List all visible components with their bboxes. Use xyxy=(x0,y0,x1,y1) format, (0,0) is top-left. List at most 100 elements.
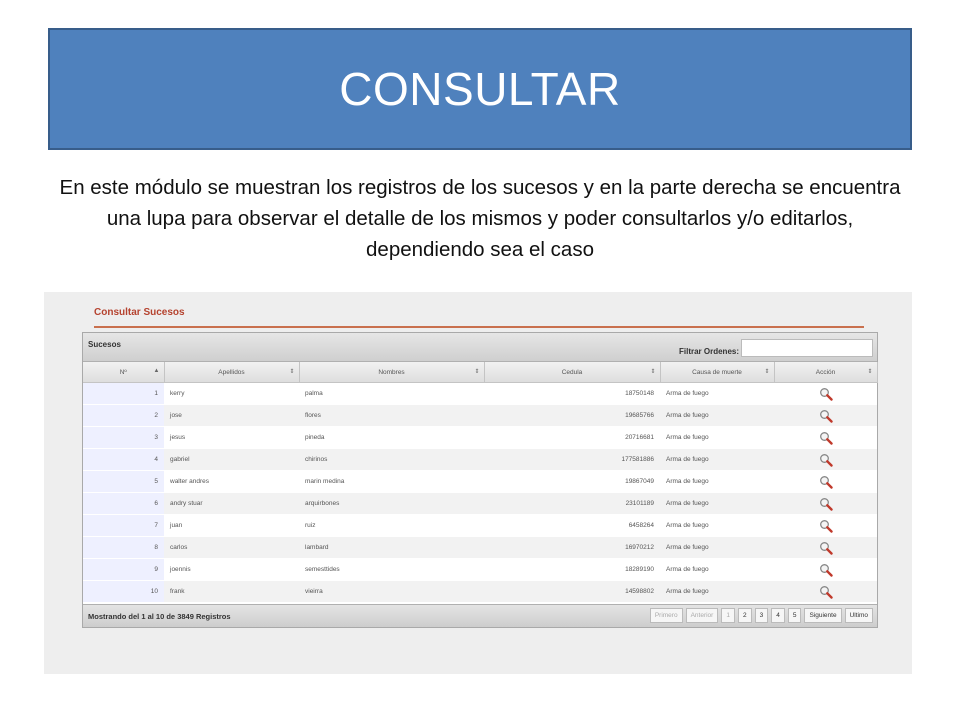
row-nombres: chirinos xyxy=(299,448,484,471)
row-number: 10 xyxy=(83,580,164,603)
pagination: Primero Anterior 1 2 3 4 5 Siguiente Ult… xyxy=(649,608,873,623)
filter-label: Filtrar Ordenes: xyxy=(678,347,739,356)
row-number: 9 xyxy=(83,558,164,581)
row-action xyxy=(774,382,877,405)
panel-divider xyxy=(94,326,864,328)
pager-last-button[interactable]: Ultimo xyxy=(844,608,873,623)
row-cedula: 16970212 xyxy=(484,536,660,559)
grid-footer: Mostrando del 1 al 10 de 3849 Registros … xyxy=(83,604,877,627)
row-number: 7 xyxy=(83,514,164,537)
row-number: 4 xyxy=(83,448,164,471)
row-cedula: 23101189 xyxy=(484,492,660,515)
row-action xyxy=(774,492,877,515)
grid-header: Sucesos Filtrar Ordenes: xyxy=(83,333,877,362)
pager-page-5[interactable]: 5 xyxy=(787,608,802,623)
row-cedula: 20716681 xyxy=(484,426,660,449)
row-apellidos: frank xyxy=(164,580,299,603)
row-causa: Arma de fuego xyxy=(660,382,774,405)
row-causa: Arma de fuego xyxy=(660,580,774,603)
row-nombres: flores xyxy=(299,404,484,427)
table-row: 3 jesus pineda 20716681 Arma de fuego xyxy=(83,426,877,449)
table-row: 7 juan ruiz 6458264 Arma de fuego xyxy=(83,514,877,537)
magnifier-icon[interactable] xyxy=(819,453,833,467)
col-header-causa[interactable]: Causa de muerte ⇕ xyxy=(660,362,775,383)
col-header-n[interactable]: Nº ▲ xyxy=(83,362,165,383)
row-number: 3 xyxy=(83,426,164,449)
row-cedula: 6458264 xyxy=(484,514,660,537)
row-apellidos: gabriel xyxy=(164,448,299,471)
sort-icon: ⇕ xyxy=(764,369,770,375)
pager-page-1[interactable]: 1 xyxy=(721,608,735,623)
row-apellidos: jose xyxy=(164,404,299,427)
row-causa: Arma de fuego xyxy=(660,492,774,515)
col-header-apellidos[interactable]: Apellidos ⇕ xyxy=(164,362,300,383)
pager-first-button[interactable]: Primero xyxy=(649,608,683,623)
row-apellidos: jesus xyxy=(164,426,299,449)
col-header-accion[interactable]: Acción ⇕ xyxy=(774,362,878,383)
row-action xyxy=(774,470,877,493)
row-nombres: ruiz xyxy=(299,514,484,537)
app-screenshot: Consultar Sucesos Sucesos Filtrar Ordene… xyxy=(44,292,912,674)
row-nombres: marin medina xyxy=(299,470,484,493)
row-nombres: lambard xyxy=(299,536,484,559)
table-row: 1 kerry palma 18750148 Arma de fuego xyxy=(83,382,877,405)
row-number: 8 xyxy=(83,536,164,559)
row-apellidos: walter andres xyxy=(164,470,299,493)
row-nombres: palma xyxy=(299,382,484,405)
row-causa: Arma de fuego xyxy=(660,426,774,449)
row-apellidos: carlos xyxy=(164,536,299,559)
filter-input[interactable] xyxy=(741,339,873,357)
row-apellidos: joennis xyxy=(164,558,299,581)
magnifier-icon[interactable] xyxy=(819,585,833,599)
slide-title: CONSULTAR xyxy=(339,63,621,115)
row-cedula: 19867049 xyxy=(484,470,660,493)
column-header-row: Nº ▲ Apellidos ⇕ Nombres ⇕ Cedula ⇕ Causa de… xyxy=(83,362,878,383)
row-causa: Arma de fuego xyxy=(660,558,774,581)
row-causa: Arma de fuego xyxy=(660,404,774,427)
row-nombres: semesttides xyxy=(299,558,484,581)
col-header-cedula[interactable]: Cedula ⇕ xyxy=(484,362,661,383)
pager-page-2[interactable]: 2 xyxy=(737,608,752,623)
sucesos-grid: Sucesos Filtrar Ordenes: Nº ▲ Apellidos ⇕ … xyxy=(82,332,878,628)
table-body: 1 kerry palma 18750148 Arma de fuego 2 jose flo… xyxy=(83,382,877,603)
magnifier-icon[interactable] xyxy=(819,387,833,401)
slide-title-box: CONSULTAR xyxy=(48,28,912,150)
row-cedula: 14598802 xyxy=(484,580,660,603)
panel-title: Consultar Sucesos xyxy=(94,307,185,318)
table-row: 9 joennis semesttides 18289190 Arma de fuego xyxy=(83,558,877,581)
pager-page-4[interactable]: 4 xyxy=(771,608,785,623)
sort-icon: ⇕ xyxy=(650,369,656,375)
magnifier-icon[interactable] xyxy=(819,475,833,489)
magnifier-icon[interactable] xyxy=(819,563,833,577)
row-number: 2 xyxy=(83,404,164,427)
row-action xyxy=(774,580,877,603)
slide-description: En este módulo se muestran los registros… xyxy=(59,176,901,261)
magnifier-icon[interactable] xyxy=(819,409,833,423)
col-header-nombres[interactable]: Nombres ⇕ xyxy=(299,362,485,383)
row-nombres: vieirra xyxy=(299,580,484,603)
row-causa: Arma de fuego xyxy=(660,448,774,471)
row-number: 5 xyxy=(83,470,164,493)
pager-previous-button[interactable]: Anterior xyxy=(685,608,719,623)
table-row: 5 walter andres marin medina 19867049 Arma d… xyxy=(83,470,877,493)
pager-page-3[interactable]: 3 xyxy=(754,608,769,623)
magnifier-icon[interactable] xyxy=(819,497,833,511)
sort-icon: ⇕ xyxy=(289,369,295,375)
row-action xyxy=(774,448,877,471)
row-action xyxy=(774,514,877,537)
row-causa: Arma de fuego xyxy=(660,536,774,559)
row-cedula: 19685766 xyxy=(484,404,660,427)
magnifier-icon[interactable] xyxy=(819,431,833,445)
table-row: 10 frank vieirra 14598802 Arma de fuego xyxy=(83,580,877,603)
row-causa: Arma de fuego xyxy=(660,470,774,493)
magnifier-icon[interactable] xyxy=(819,541,833,555)
pager-next-button[interactable]: Siguiente xyxy=(804,608,842,623)
row-action xyxy=(774,536,877,559)
row-action xyxy=(774,558,877,581)
table-row: 8 carlos lambard 16970212 Arma de fuego xyxy=(83,536,877,559)
row-cedula: 18289190 xyxy=(484,558,660,581)
row-cedula: 177581886 xyxy=(484,448,660,471)
magnifier-icon[interactable] xyxy=(819,519,833,533)
row-apellidos: juan xyxy=(164,514,299,537)
row-number: 1 xyxy=(83,382,164,405)
